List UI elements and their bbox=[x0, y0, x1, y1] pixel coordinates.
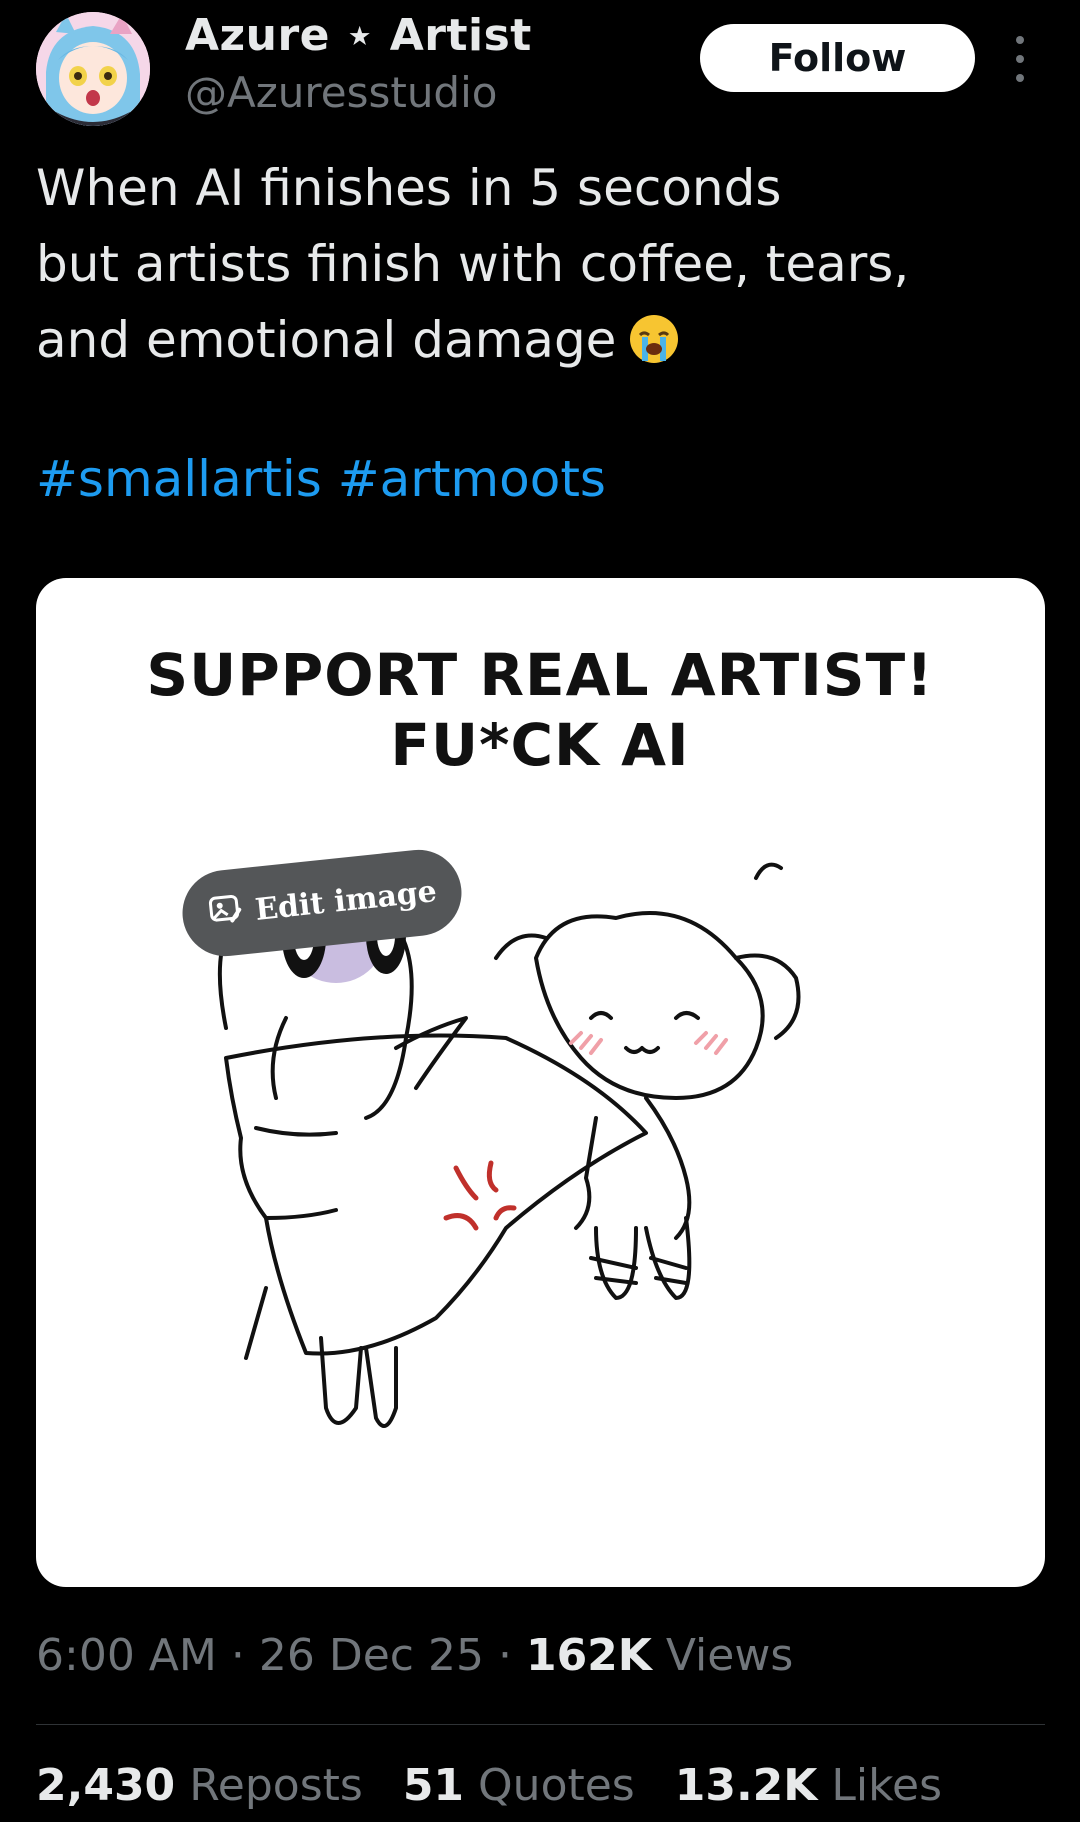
author-handle[interactable]: @Azuresstudio bbox=[185, 68, 497, 117]
meta-separator: · bbox=[497, 1630, 512, 1681]
media-title-line: FU*CK AI bbox=[390, 711, 690, 779]
quotes-stat[interactable]: 51 Quotes bbox=[403, 1760, 635, 1811]
media-title: SUPPORT REAL ARTIST! FU*CK AI bbox=[0, 640, 1080, 780]
tweet-meta: 6:00 AM · 26 Dec 25 · 162K Views bbox=[36, 1630, 793, 1681]
divider bbox=[36, 1724, 1045, 1725]
tweet-line: When AI finishes in 5 seconds bbox=[36, 159, 782, 217]
views-label: Views bbox=[665, 1630, 794, 1681]
more-vertical-icon[interactable] bbox=[1006, 36, 1034, 82]
tweet-date[interactable]: 26 Dec 25 bbox=[259, 1630, 484, 1681]
tweet-line: and emotional damage bbox=[36, 311, 617, 369]
engagement-stats: 2,430 Reposts 51 Quotes 13.2K Likes bbox=[36, 1760, 942, 1811]
views-count: 162K bbox=[525, 1630, 652, 1681]
meta-separator: · bbox=[230, 1630, 245, 1681]
loudly-crying-face-icon bbox=[628, 310, 680, 386]
likes-label: Likes bbox=[831, 1760, 943, 1811]
tweet-line-with-emoji: and emotional damage bbox=[36, 302, 1036, 386]
reposts-count: 2,430 bbox=[36, 1760, 176, 1811]
hashtag-link[interactable]: #artmoots bbox=[338, 450, 606, 508]
follow-button[interactable]: Follow bbox=[700, 24, 975, 92]
author-display-name[interactable]: Azure ⋆ Artist bbox=[185, 10, 532, 61]
reposts-stat[interactable]: 2,430 Reposts bbox=[36, 1760, 363, 1811]
tweet-text: When AI finishes in 5 seconds but artist… bbox=[36, 150, 1036, 386]
more-dot bbox=[1016, 55, 1024, 63]
edit-image-icon bbox=[205, 889, 245, 937]
more-dot bbox=[1016, 74, 1024, 82]
hashtag-link[interactable]: #smallartis bbox=[36, 450, 322, 508]
tweet-line: but artists finish with coffee, tears, bbox=[36, 235, 910, 293]
likes-stat[interactable]: 13.2K Likes bbox=[675, 1760, 942, 1811]
avatar[interactable] bbox=[36, 12, 150, 126]
tweet-time[interactable]: 6:00 AM bbox=[36, 1630, 217, 1681]
hashtags: #smallartis #artmoots bbox=[36, 450, 606, 508]
edit-image-label: Edit image bbox=[253, 873, 439, 928]
more-dot bbox=[1016, 36, 1024, 44]
reposts-label: Reposts bbox=[189, 1760, 363, 1811]
quotes-count: 51 bbox=[402, 1760, 465, 1811]
quotes-label: Quotes bbox=[478, 1760, 635, 1811]
likes-count: 13.2K bbox=[674, 1760, 818, 1811]
media-title-line: SUPPORT REAL ARTIST! bbox=[146, 641, 934, 709]
avatar-illustration bbox=[36, 12, 150, 126]
